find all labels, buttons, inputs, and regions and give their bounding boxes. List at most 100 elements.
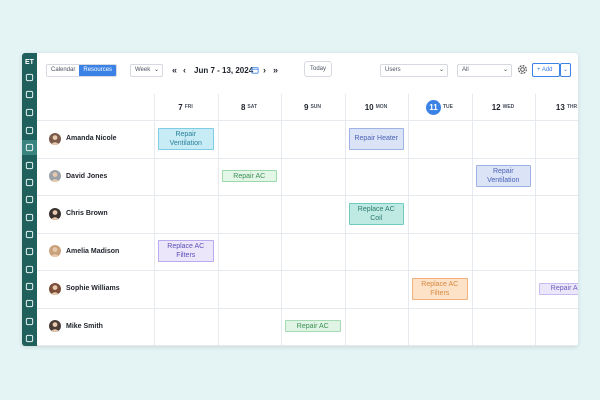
column-divider: [408, 94, 409, 346]
chevron-right-icon[interactable]: ›: [263, 64, 266, 76]
schedule-event[interactable]: Replace AC Filters: [158, 240, 214, 263]
sidebar: ET: [22, 53, 37, 346]
day-header[interactable]: 10 MON: [345, 94, 408, 120]
chart-icon[interactable]: [25, 282, 34, 291]
day-header[interactable]: 11 TUE: [408, 94, 471, 120]
users-icon[interactable]: [25, 126, 34, 135]
double-chevron-right-icon[interactable]: »: [273, 64, 278, 76]
day-name: FRI: [184, 104, 193, 110]
view-toggle: Calendar Resources: [46, 64, 118, 77]
tab-calendar[interactable]: Calendar: [47, 65, 80, 76]
resource-name: Mike Smith: [66, 322, 103, 330]
row-divider: [37, 232, 578, 234]
day-name: TUE: [443, 104, 453, 110]
resource-row-header[interactable]: David Jones: [49, 170, 108, 183]
day-name: SAT: [247, 104, 258, 110]
day-number: 8: [240, 102, 246, 112]
day-name: THR: [566, 104, 578, 110]
folder-icon[interactable]: [25, 178, 34, 187]
row-divider: [37, 345, 578, 346]
users-select[interactable]: Users ⌄: [380, 64, 448, 77]
schedule-event[interactable]: Repair AC: [539, 282, 578, 295]
avatar: [49, 245, 61, 258]
team-icon[interactable]: [25, 247, 34, 256]
day-number: 13: [555, 102, 565, 112]
tab-resources[interactable]: Resources: [79, 65, 117, 76]
day-header[interactable]: 8 SAT: [218, 94, 281, 120]
day-header[interactable]: 12 WED: [472, 94, 535, 120]
day-name: MON: [375, 104, 388, 110]
briefcase-icon[interactable]: [22, 140, 37, 155]
filter-select[interactable]: All ⌄: [457, 64, 512, 77]
resource-name: Amanda Nicole: [66, 135, 117, 143]
schedule-event[interactable]: Replace AC Coil: [348, 202, 404, 225]
resource-row-header[interactable]: Sophie Williams: [49, 282, 120, 295]
avatar: [49, 282, 61, 295]
chevron-left-icon[interactable]: ‹: [183, 64, 186, 76]
user-icon[interactable]: [25, 161, 34, 170]
tool-icon[interactable]: [25, 90, 34, 99]
chevron-down-icon: ⌄: [438, 67, 444, 73]
users-select-value: Users: [385, 67, 401, 73]
add-button[interactable]: + Add: [532, 63, 560, 77]
inbox-icon[interactable]: [25, 299, 34, 308]
double-chevron-left-icon[interactable]: «: [172, 64, 177, 76]
avatar: [49, 132, 61, 145]
resource-row-header[interactable]: Amanda Nicole: [49, 132, 117, 145]
row-divider: [37, 270, 578, 271]
resource-name: Sophie Williams: [66, 285, 120, 293]
schedule-event[interactable]: Repair Heater: [348, 127, 404, 150]
day-number: 10: [364, 102, 374, 112]
schedule-event[interactable]: Repair Ventilation: [158, 127, 214, 150]
dollar-icon[interactable]: [25, 195, 34, 204]
row-divider: [37, 120, 578, 121]
add-dropdown-button[interactable]: ⌄: [560, 63, 571, 77]
range-select-value: Week: [135, 67, 151, 73]
resource-grid: 7 FRI 8 SAT 9 SUN 10 MON 11 TUE 12 WED 13 THR Amanda N…: [37, 94, 578, 346]
column-divider: [471, 94, 473, 346]
avatar: [49, 207, 61, 220]
row-divider: [37, 307, 578, 309]
avatar: [49, 320, 61, 333]
filter-select-value: All: [462, 67, 469, 73]
chevron-down-icon: ⌄: [502, 67, 508, 73]
gem-icon[interactable]: [25, 230, 34, 239]
calendar-icon[interactable]: [251, 66, 259, 74]
plug-icon[interactable]: [25, 108, 34, 117]
column-divider: [344, 94, 346, 346]
day-header[interactable]: 9 SUN: [281, 94, 344, 120]
day-header[interactable]: 13 THR: [535, 94, 578, 120]
resource-name: Chris Brown: [66, 210, 108, 218]
app-logo[interactable]: ET: [24, 57, 35, 68]
row-divider: [37, 157, 578, 159]
resource-row-header[interactable]: Chris Brown: [49, 207, 108, 220]
schedule-event[interactable]: Repair Ventilation: [475, 165, 531, 188]
day-name: WED: [502, 104, 515, 110]
report-icon[interactable]: [25, 317, 34, 326]
document-icon[interactable]: [25, 213, 34, 222]
column-divider: [154, 94, 155, 346]
range-select[interactable]: Week ⌄: [130, 64, 163, 77]
date-range-label: Jun 7 - 13, 2024: [194, 66, 254, 75]
home-icon[interactable]: [25, 73, 34, 82]
schedule-event[interactable]: Replace AC Filters: [412, 277, 468, 300]
column-divider: [281, 94, 282, 346]
resource-name: Amelia Madison: [66, 247, 120, 255]
day-number: 9: [303, 102, 309, 112]
logout-icon[interactable]: [25, 334, 34, 343]
day-number: 7: [178, 102, 183, 112]
resource-row-header[interactable]: Amelia Madison: [49, 245, 120, 258]
avatar: [49, 170, 61, 183]
column-divider: [217, 94, 219, 346]
toolbar: Calendar Resources Week ⌄ « ‹ Jun 7 - 13…: [37, 53, 578, 88]
resource-name: David Jones: [66, 172, 108, 180]
resource-row-header[interactable]: Mike Smith: [49, 320, 103, 333]
gear-icon[interactable]: [517, 64, 528, 75]
row-divider: [37, 195, 578, 196]
schedule-event[interactable]: Repair AC: [285, 320, 341, 333]
today-button[interactable]: Today: [304, 61, 333, 77]
day-header[interactable]: 7 FRI: [154, 94, 217, 120]
day-name: SUN: [310, 104, 321, 110]
wrench-icon[interactable]: [25, 265, 34, 274]
schedule-event[interactable]: Repair AC: [221, 170, 277, 183]
